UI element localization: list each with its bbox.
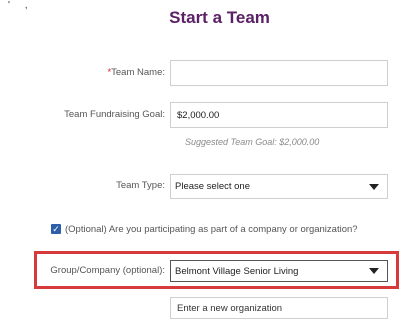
chevron-down-icon [369,183,379,190]
check-icon: ✓ [52,224,60,234]
group-company-select[interactable]: Belmont Village Senior Living [170,260,388,282]
team-type-label: Team Type: [116,180,165,191]
company-checkbox[interactable]: ✓ [51,224,61,234]
group-company-label: Group/Company (optional): [50,265,165,276]
company-checkbox-label: (Optional) Are you participating as part… [65,224,358,235]
start-team-form-page: ' , Start a Team *Team Name: Team Fundra… [0,0,409,325]
fundraising-goal-label: Team Fundraising Goal: [64,109,165,120]
page-title: Start a Team [169,8,270,27]
team-type-selected: Please select one [175,181,250,192]
chevron-down-icon [369,268,379,274]
team-name-label-text: Team Name: [111,67,165,78]
team-name-label: *Team Name: [107,67,165,78]
group-company-selected: Belmont Village Senior Living [175,265,299,277]
team-type-select[interactable]: Please select one [170,174,388,199]
suggested-goal-hint: Suggested Team Goal: $2,000.00 [185,137,320,147]
fundraising-goal-input[interactable]: $2,000.00 [170,102,388,128]
team-name-input[interactable] [170,60,388,86]
new-organization-input[interactable]: Enter a new organization [170,297,388,319]
